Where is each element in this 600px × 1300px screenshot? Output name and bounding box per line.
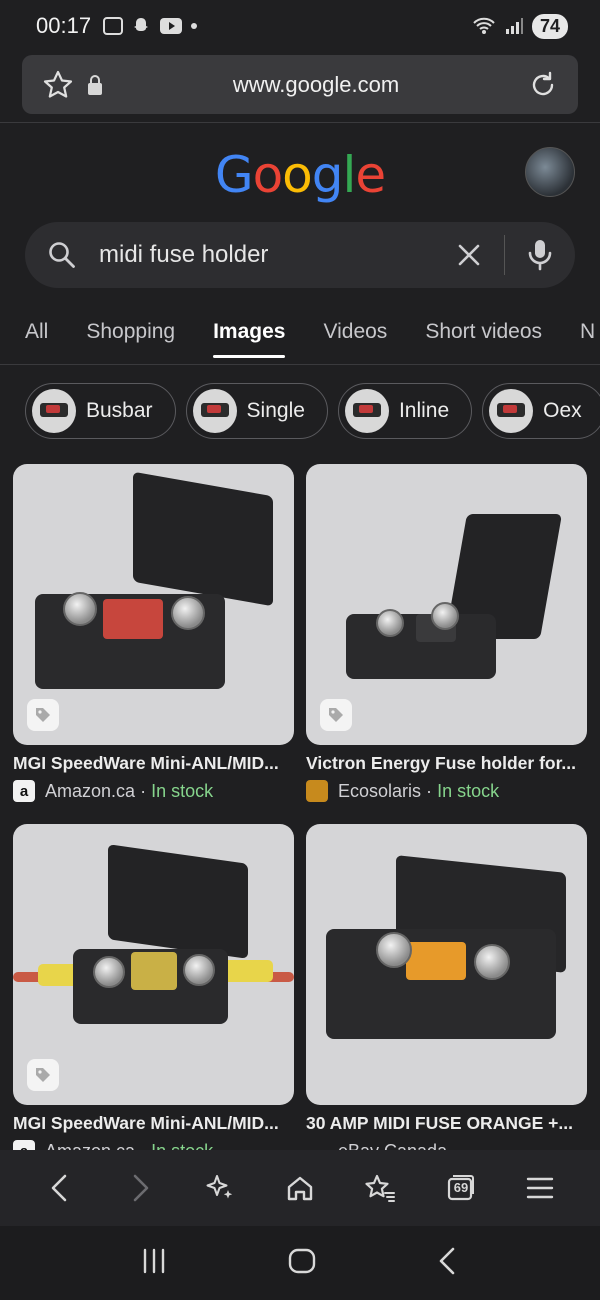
- wifi-icon: [473, 17, 495, 34]
- tab-short-videos[interactable]: Short videos: [425, 306, 542, 358]
- youtube-icon: [160, 18, 183, 34]
- result-title[interactable]: MGI SpeedWare Mini-ANL/MID...: [13, 1113, 294, 1134]
- chip-busbar[interactable]: Busbar: [25, 383, 176, 439]
- microphone-icon[interactable]: [527, 238, 553, 272]
- logo-letter: l: [342, 146, 357, 204]
- url-text[interactable]: www.google.com: [104, 72, 528, 98]
- chip-label: Single: [246, 399, 305, 422]
- chip-inline[interactable]: Inline: [337, 383, 473, 439]
- snapchat-icon: [134, 18, 149, 31]
- tab-all[interactable]: All: [25, 306, 48, 358]
- filter-chips: Busbar Single Inline Oex: [25, 383, 600, 439]
- clear-icon[interactable]: [456, 242, 482, 268]
- screenshot-icon: [103, 17, 124, 35]
- amazon-logo-icon: a: [13, 780, 35, 802]
- result-title[interactable]: 30 AMP MIDI FUSE ORANGE +...: [306, 1113, 587, 1134]
- status-bar: 00:17 74: [0, 0, 600, 52]
- chip-oex[interactable]: Oex: [482, 383, 600, 439]
- address-bar[interactable]: www.google.com: [22, 55, 578, 114]
- battery-indicator: 74: [531, 13, 568, 39]
- result-image[interactable]: [13, 464, 294, 745]
- lock-icon: [86, 74, 104, 96]
- result-source: Ecosolaris · In stock: [306, 780, 587, 802]
- search-tabs: All Shopping Images Videos Short videos …: [0, 300, 600, 364]
- logo-letter: g: [311, 146, 344, 204]
- search-input[interactable]: midi fuse holder: [99, 241, 456, 269]
- result-image[interactable]: [13, 824, 294, 1105]
- menu-button[interactable]: [518, 1166, 562, 1210]
- image-result-2[interactable]: Victron Energy Fuse holder for... Ecosol…: [306, 464, 587, 802]
- system-navigation-bar: [0, 1226, 600, 1300]
- signal-icon: [505, 18, 523, 34]
- result-image[interactable]: [306, 824, 587, 1105]
- tabs-button[interactable]: 69: [438, 1166, 482, 1210]
- logo-letter: G: [214, 146, 254, 204]
- chip-label: Inline: [398, 399, 450, 422]
- result-source: a Amazon.ca · In stock: [13, 780, 294, 802]
- system-icons: 74: [472, 13, 568, 39]
- shopping-tag-icon: [27, 1059, 59, 1091]
- source-name: Amazon.ca: [45, 780, 136, 801]
- image-result-1[interactable]: MGI SpeedWare Mini-ANL/MID... a Amazon.c…: [13, 464, 294, 802]
- ai-sparkle-button[interactable]: [198, 1166, 242, 1210]
- chip-thumbnail: [489, 389, 534, 433]
- recent-apps-button[interactable]: [140, 1247, 168, 1280]
- search-divider: [504, 235, 505, 275]
- stock-status: In stock: [151, 780, 214, 801]
- bookmarks-button[interactable]: [358, 1166, 402, 1210]
- back-button[interactable]: [38, 1166, 82, 1210]
- shopping-tag-icon: [320, 699, 352, 731]
- header-divider: [0, 122, 600, 123]
- search-icon: [47, 240, 77, 270]
- ecosolaris-logo-icon: [306, 780, 328, 802]
- tab-images[interactable]: Images: [213, 306, 286, 358]
- google-logo: Google: [0, 146, 600, 204]
- browser-toolbar: 69: [0, 1150, 600, 1226]
- forward-button[interactable]: [118, 1166, 162, 1210]
- logo-letter: o: [282, 146, 313, 204]
- clock: 00:17: [36, 13, 92, 38]
- bookmark-star-icon[interactable]: [42, 69, 74, 101]
- logo-letter: o: [252, 146, 284, 204]
- tab-videos[interactable]: Videos: [323, 306, 387, 358]
- notification-icons: [103, 16, 198, 36]
- chip-thumbnail: [192, 389, 237, 433]
- source-name: Ecosolaris: [338, 780, 422, 801]
- chip-thumbnail: [344, 389, 389, 433]
- result-image[interactable]: [306, 464, 587, 745]
- tab-news-partial[interactable]: N: [580, 306, 595, 358]
- image-result-3[interactable]: MGI SpeedWare Mini-ANL/MID... a Amazon.c…: [13, 824, 294, 1162]
- chip-thumbnail: [32, 389, 76, 433]
- home-nav-button[interactable]: [287, 1246, 317, 1281]
- chip-label: Oex: [543, 399, 582, 422]
- search-box[interactable]: midi fuse holder: [25, 222, 575, 288]
- shopping-tag-icon: [27, 699, 59, 731]
- home-button[interactable]: [278, 1166, 322, 1210]
- stock-status: In stock: [437, 780, 500, 801]
- more-notifications-dot: [191, 23, 198, 29]
- reload-icon[interactable]: [528, 70, 558, 100]
- logo-letter: e: [355, 146, 386, 204]
- result-title[interactable]: MGI SpeedWare Mini-ANL/MID...: [13, 753, 294, 774]
- tabs-divider: [0, 364, 600, 365]
- tab-count: 69: [453, 1180, 469, 1195]
- tab-shopping[interactable]: Shopping: [86, 306, 175, 358]
- chip-label: Busbar: [86, 399, 153, 422]
- image-result-4[interactable]: 30 AMP MIDI FUSE ORANGE +... eBay Canada: [306, 824, 587, 1162]
- result-title[interactable]: Victron Energy Fuse holder for...: [306, 753, 587, 774]
- back-nav-button[interactable]: [436, 1246, 460, 1281]
- chip-single[interactable]: Single: [185, 383, 328, 439]
- account-avatar[interactable]: [525, 147, 575, 197]
